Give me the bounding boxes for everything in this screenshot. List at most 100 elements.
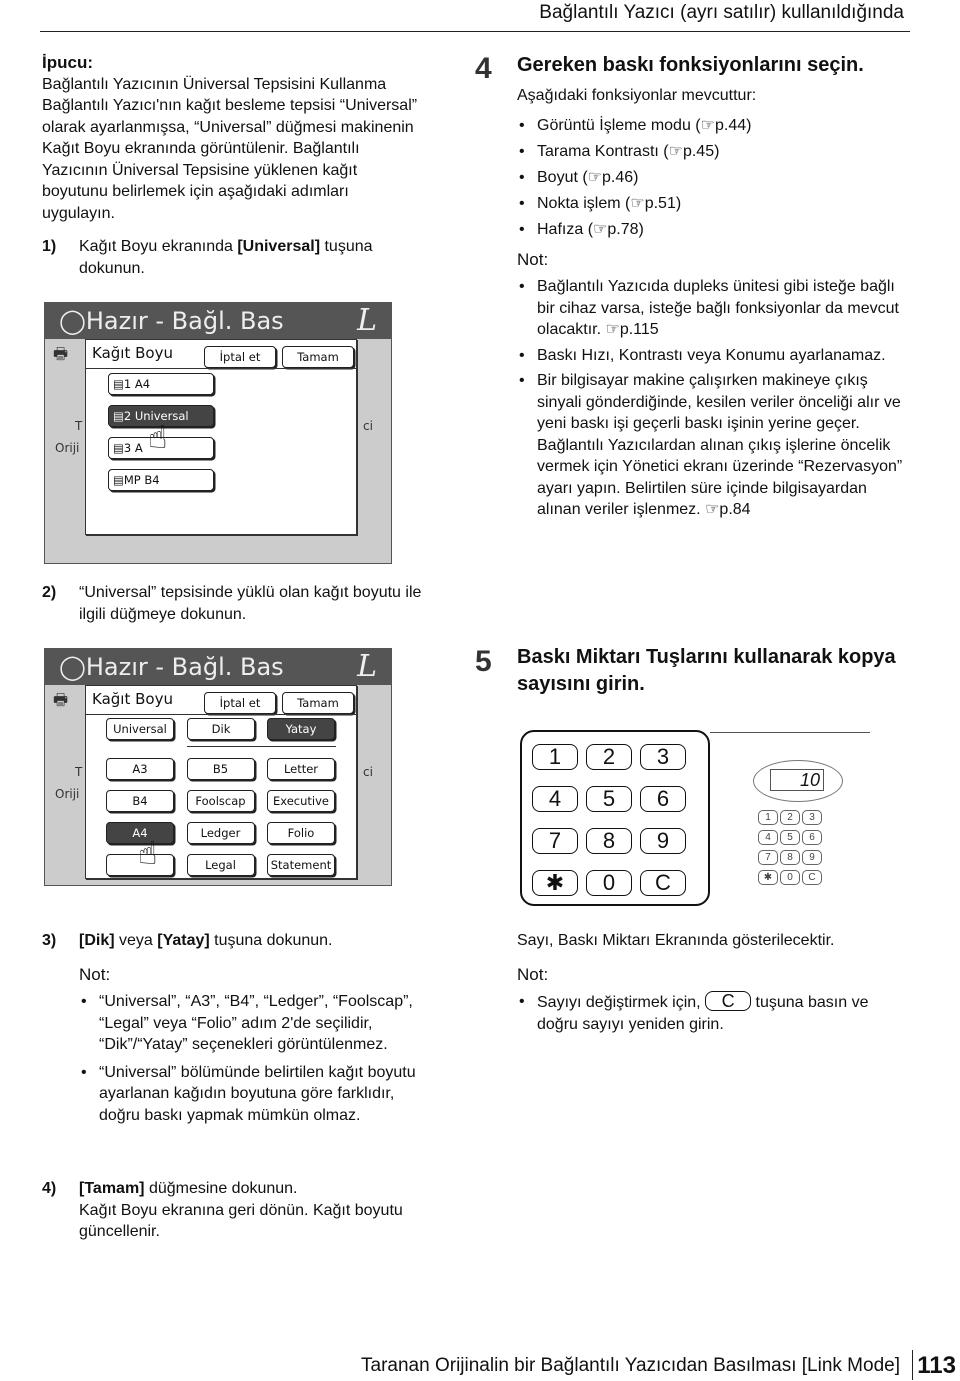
size-button[interactable]: B5 <box>186 758 255 780</box>
dialog-title: Kağıt Boyu <box>92 690 173 708</box>
step-4: Gereken baskı fonksiyonlarını seçin. Aşa… <box>517 52 907 521</box>
cancel-button[interactable]: İptal et <box>204 346 276 368</box>
manual-page: Bağlantılı Yazıcı (ayrı satılır) kullanı… <box>0 0 960 1381</box>
page-number: 113 <box>917 1352 956 1379</box>
keypad-key[interactable]: 6 <box>640 786 686 812</box>
clear-key-icon: C <box>705 991 752 1011</box>
tip-block: İpucu: Bağlantılı Yazıcının Üniversal Te… <box>42 52 422 224</box>
note-item: Sayıyı değiştirmek için, C tuşuna basın … <box>517 991 907 1035</box>
running-header: Bağlantılı Yazıcı (ayrı satılır) kullanı… <box>539 2 904 23</box>
note-title: Not: <box>517 964 549 984</box>
panel-key: 2 <box>780 810 800 825</box>
size-button[interactable]: Folio <box>267 822 335 844</box>
step-number: 4 <box>475 52 492 85</box>
size-button[interactable]: Statement <box>267 854 335 876</box>
note-list: Sayıyı değiştirmek için, C tuşuna basın … <box>517 991 907 1035</box>
step-title: Baskı Miktarı Tuşlarını kullanarak kopya… <box>517 646 896 695</box>
status-bar: ◯Hazır - Bağl. Bas L <box>45 303 391 339</box>
panel-key: ✱ <box>758 870 778 885</box>
tab-label: ci <box>363 765 373 779</box>
size-button[interactable]: B4 <box>106 790 174 812</box>
portrait-button[interactable]: Dik <box>187 718 255 740</box>
substep-number: 4) <box>42 1180 57 1197</box>
header-rule <box>40 31 910 32</box>
keypad-key[interactable]: 8 <box>586 828 632 854</box>
status-bar: ◯Hazır - Bağl. Bas L <box>45 649 391 685</box>
tray-button-1[interactable]: ▤1 A4 <box>108 373 214 395</box>
cancel-button[interactable]: İptal et <box>204 692 276 714</box>
note-text: Sayıyı değiştirmek için, <box>537 994 706 1011</box>
hand-pointer-icon: ☝ <box>148 418 168 456</box>
note-item: “Universal” bölümünde belirtilen kağıt b… <box>79 1062 432 1127</box>
counter-display: 10 <box>753 760 843 802</box>
touch-screen-size-select: ◯Hazır - Bağl. Bas L 🖶 T Oriji ci Kağıt B… <box>44 648 392 886</box>
printer-icon: 🖶 <box>53 690 69 709</box>
ok-button[interactable]: Tamam <box>282 346 354 368</box>
substep-text: Kağıt Boyu ekranına geri dönün. Kağıt bo… <box>79 1201 403 1241</box>
note-title: Not: <box>517 249 549 269</box>
universal-button[interactable]: Universal <box>106 718 174 740</box>
substep-text: tuşuna dokunun. <box>209 932 333 949</box>
panel-key: 5 <box>780 830 800 845</box>
ok-button[interactable]: Tamam <box>282 692 354 714</box>
status-text: Hazır - Bağl. Bas <box>85 653 284 681</box>
substep-bold: [Tamam] <box>79 1180 145 1197</box>
note-item: Bağlantılı Yazıcıda dupleks ünitesi gibi… <box>517 276 907 341</box>
function-item: Boyut (☞p.46) <box>517 165 907 191</box>
size-button[interactable]: A3 <box>106 758 174 780</box>
printer-icon: 🖶 <box>53 344 69 363</box>
keypad-key[interactable]: 5 <box>586 786 632 812</box>
keypad-key[interactable]: C <box>640 870 686 896</box>
note-item: “Universal”, “A3”, “B4”, “Ledger”, “Fool… <box>79 991 432 1056</box>
substep-bold: [Universal] <box>237 238 321 255</box>
keypad-key[interactable]: 2 <box>586 744 632 770</box>
originals-label: Oriji <box>55 441 80 455</box>
tip-body: Bağlantılı Yazıcı'nın kağıt besleme teps… <box>42 97 418 222</box>
note-list: “Universal”, “A3”, “B4”, “Ledger”, “Fool… <box>42 991 432 1126</box>
panel-key: C <box>802 870 822 885</box>
size-button[interactable]: Executive <box>267 790 335 812</box>
substep-number: 2) <box>42 584 57 601</box>
keypad-key[interactable]: 9 <box>640 828 686 854</box>
substep-bold: [Yatay] <box>157 932 210 949</box>
step-intro: Aşağıdaki fonksiyonlar mevcuttur: <box>517 87 757 104</box>
panel-key: 1 <box>758 810 778 825</box>
size-button[interactable]: Ledger <box>186 822 255 844</box>
paper-size-dialog: Kağıt Boyu İptal et Tamam Universal Dik … <box>85 685 357 879</box>
function-item: Görüntü İşleme modu (☞p.44) <box>517 113 907 139</box>
mode-indicator: L <box>357 649 377 684</box>
size-button[interactable]: Legal <box>186 854 255 876</box>
note-item: Bir bilgisayar makine çalışırken makiney… <box>517 370 907 521</box>
note-title: Not: <box>79 964 111 984</box>
keypad-key[interactable]: 4 <box>532 786 578 812</box>
function-list: Görüntü İşleme modu (☞p.44) Tarama Kontr… <box>517 113 907 243</box>
tab-label: ci <box>363 419 373 433</box>
keypad-key[interactable]: 7 <box>532 828 578 854</box>
tab-label: T <box>75 419 83 433</box>
substep-text: Kağıt Boyu ekranında <box>79 238 238 255</box>
substep-bold: [Dik] <box>79 932 115 949</box>
size-button[interactable]: Letter <box>267 758 335 780</box>
substep-text: düğmesine dokunun. <box>144 1180 298 1197</box>
keypad-key[interactable]: 0 <box>586 870 632 896</box>
size-button[interactable]: Foolscap <box>186 790 255 812</box>
tip-subtitle: Bağlantılı Yazıcının Üniversal Tepsisini… <box>42 75 387 93</box>
function-item: Tarama Kontrastı (☞p.45) <box>517 139 907 165</box>
tray-button-mp[interactable]: ▤MP B4 <box>108 469 214 491</box>
function-item: Hafıza (☞p.78) <box>517 217 907 243</box>
keypad-key[interactable]: 3 <box>640 744 686 770</box>
keypad-key[interactable]: ✱ <box>532 870 578 896</box>
substep-4: 4) [Tamam] düğmesine dokunun. Kağıt Boyu… <box>42 1178 432 1243</box>
keypad-key[interactable]: 1 <box>532 744 578 770</box>
footer-rule <box>912 1350 913 1380</box>
result-text: Sayı, Baskı Miktarı Ekranında gösterilec… <box>517 932 835 949</box>
landscape-button[interactable]: Yatay <box>267 718 335 740</box>
mode-indicator: L <box>357 303 377 338</box>
note-item: Baskı Hızı, Kontrastı veya Konumu ayarla… <box>517 345 907 367</box>
status-text: Hazır - Bağl. Bas <box>85 307 284 335</box>
step-title: Gereken baskı fonksiyonlarını seçin. <box>517 54 864 76</box>
panel-key: 7 <box>758 850 778 865</box>
panel-key: 8 <box>780 850 800 865</box>
print-quantity-keypad-illustration: 10 1 1 2 2 3 3 4 4 5 5 6 6 7 7 8 8 9 9 ✱ ✱ 0 0 C C <box>520 730 905 906</box>
panel-key: 4 <box>758 830 778 845</box>
